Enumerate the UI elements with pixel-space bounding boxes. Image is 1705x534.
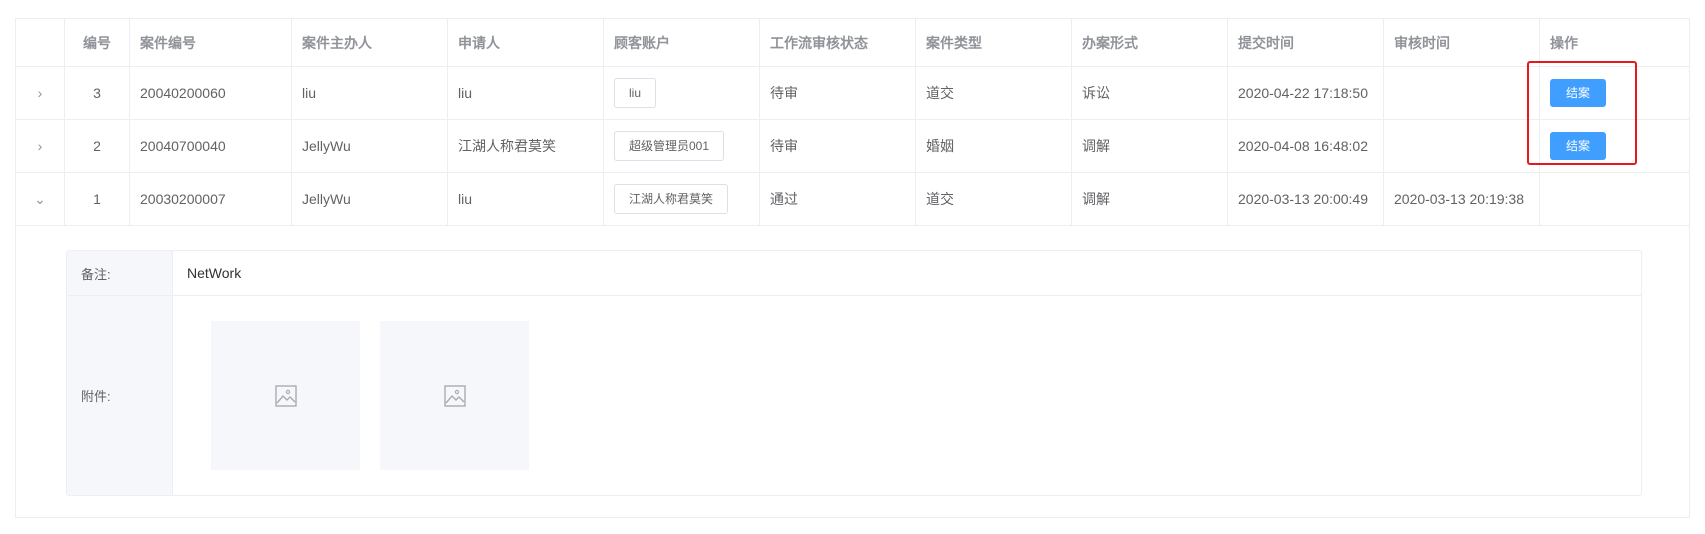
cell-account: 江湖人称君莫笑 (604, 173, 760, 225)
account-tag: 超级管理员001 (614, 131, 725, 161)
detail-attachment-row: 附件: (67, 296, 1641, 495)
cell-submit-time: 2020-03-13 20:00:49 (1228, 173, 1384, 225)
cell-case-no: 20040700040 (130, 120, 292, 172)
header-status: 工作流审核状态 (760, 19, 916, 66)
cell-account: liu (604, 67, 760, 119)
attachment-thumbnail[interactable] (211, 321, 360, 470)
expand-cell: › (16, 67, 65, 119)
attachment-label: 附件: (67, 296, 173, 495)
remark-value: NetWork (187, 265, 242, 281)
expand-cell: › (16, 120, 65, 172)
image-placeholder-icon (274, 384, 297, 407)
cell-type: 道交 (916, 67, 1072, 119)
cell-type: 婚姻 (916, 120, 1072, 172)
cell-review-time: 2020-03-13 20:19:38 (1384, 173, 1540, 225)
cell-submit-time: 2020-04-08 16:48:02 (1228, 120, 1384, 172)
table-row: › 2 20040700040 JellyWu 江湖人称君莫笑 超级管理员001… (16, 120, 1689, 173)
header-review-time: 审核时间 (1384, 19, 1540, 66)
header-applicant: 申请人 (448, 19, 604, 66)
cell-id: 3 (65, 67, 130, 119)
table-header: 编号 案件编号 案件主办人 申请人 顾客账户 工作流审核状态 案件类型 办案形式… (16, 19, 1689, 67)
cell-case-no: 20040200060 (130, 67, 292, 119)
cell-form: 调解 (1072, 173, 1228, 225)
header-id: 编号 (65, 19, 130, 66)
cell-handler: JellyWu (292, 173, 448, 225)
image-placeholder-icon (443, 384, 466, 407)
expanded-detail-panel: 备注: NetWork 附件: (66, 250, 1642, 496)
cell-review-time (1384, 120, 1540, 172)
cell-applicant: liu (448, 67, 604, 119)
cell-case-no: 20030200007 (130, 173, 292, 225)
table-row: ⌄ 1 20030200007 JellyWu liu 江湖人称君莫笑 通过 道… (16, 173, 1689, 226)
detail-remark-row: 备注: NetWork (67, 251, 1641, 296)
cell-status: 通过 (760, 173, 916, 225)
cell-handler: JellyWu (292, 120, 448, 172)
account-tag: liu (614, 78, 657, 108)
attachment-list (173, 296, 1641, 495)
action-highlight-box (1527, 61, 1637, 165)
account-tag: 江湖人称君莫笑 (614, 184, 729, 214)
cell-form: 调解 (1072, 120, 1228, 172)
cell-id: 1 (65, 173, 130, 225)
cell-status: 待审 (760, 120, 916, 172)
expand-cell: ⌄ (16, 173, 65, 225)
header-form: 办案形式 (1072, 19, 1228, 66)
header-case-no: 案件编号 (130, 19, 292, 66)
cell-handler: liu (292, 67, 448, 119)
cell-submit-time: 2020-04-22 17:18:50 (1228, 67, 1384, 119)
chevron-down-icon[interactable]: ⌄ (33, 191, 47, 208)
cell-account: 超级管理员001 (604, 120, 760, 172)
cell-applicant: 江湖人称君莫笑 (448, 120, 604, 172)
cell-status: 待审 (760, 67, 916, 119)
header-action: 操作 (1550, 34, 1578, 51)
table-row: › 3 20040200060 liu liu liu 待审 道交 诉讼 202… (16, 67, 1689, 120)
cell-applicant: liu (448, 173, 604, 225)
header-submit-time: 提交时间 (1228, 19, 1384, 66)
cell-review-time (1384, 67, 1540, 119)
cell-action (1540, 173, 1697, 225)
cell-form: 诉讼 (1072, 67, 1228, 119)
cell-type: 道交 (916, 173, 1072, 225)
header-handler: 案件主办人 (292, 19, 448, 66)
header-type: 案件类型 (916, 19, 1072, 66)
cell-id: 2 (65, 120, 130, 172)
attachment-thumbnail[interactable] (380, 321, 529, 470)
remark-label: 备注: (67, 251, 173, 295)
header-expand (16, 19, 65, 66)
chevron-right-icon[interactable]: › (33, 138, 47, 154)
chevron-right-icon[interactable]: › (33, 85, 47, 101)
header-account: 顾客账户 (604, 19, 760, 66)
